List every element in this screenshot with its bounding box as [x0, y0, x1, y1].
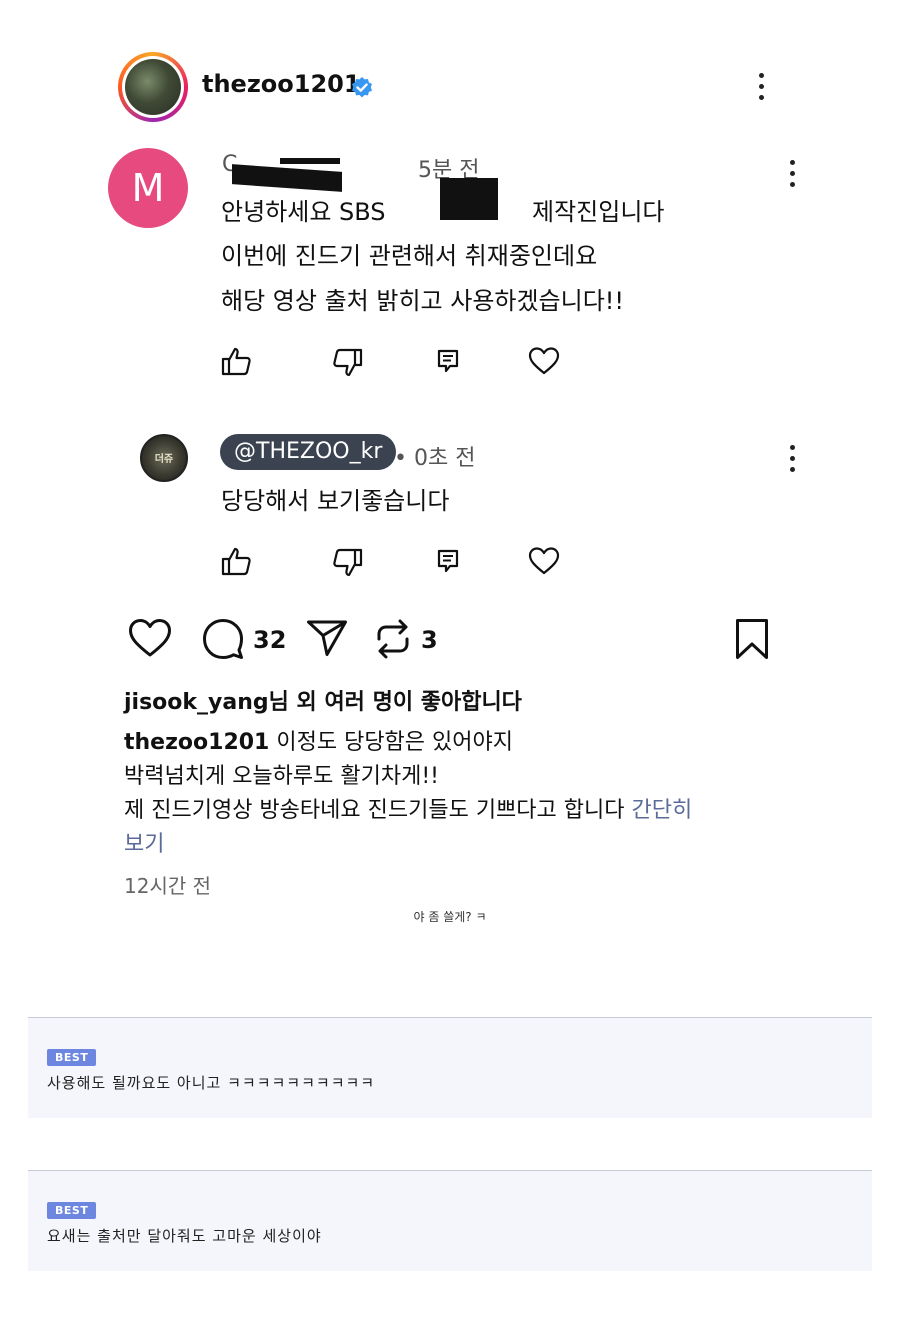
- redaction-mark: [232, 164, 342, 192]
- comment-line-1: 안녕하세요 SBS: [221, 198, 386, 226]
- bookmark-icon[interactable]: [735, 618, 769, 660]
- verified-badge-icon: [352, 77, 372, 98]
- collapse-caption-link[interactable]: 간단히: [632, 798, 693, 823]
- reply-icon[interactable]: [436, 548, 460, 574]
- reply-menu-icon[interactable]: [790, 445, 798, 478]
- comment-line-2: 이번에 진드기 관련해서 취재중인데요: [221, 242, 598, 270]
- uploader-note: 야 좀 쓸게? ㅋ: [413, 910, 487, 924]
- commenter-avatar[interactable]: M: [108, 148, 188, 228]
- best-badge: BEST: [47, 1049, 97, 1066]
- likes-user[interactable]: jisook_yang: [124, 690, 269, 715]
- like-heart-icon[interactable]: [128, 618, 172, 658]
- post-time: 12시간 전: [124, 874, 212, 898]
- best-badge: BEST: [47, 1202, 97, 1219]
- share-send-icon[interactable]: [306, 619, 348, 657]
- caption-line-1: thezoo1201 이정도 당당함은 있어야지: [124, 730, 513, 755]
- comment-menu-icon[interactable]: [790, 160, 798, 193]
- best-comment-text: 사용해도 될까요도 아니고 ㅋㅋㅋㅋㅋㅋㅋㅋㅋㅋ: [47, 1074, 376, 1092]
- heart-icon[interactable]: [528, 546, 560, 576]
- thumbs-up-icon[interactable]: [220, 346, 252, 376]
- thumbs-up-icon[interactable]: [220, 546, 252, 576]
- repost-icon[interactable]: [373, 617, 413, 661]
- reply-avatar-label: 더쥬: [154, 454, 174, 465]
- reply-author-handle[interactable]: @THEZOO_kr: [220, 434, 397, 470]
- comment-line-1-suffix: 제작진입니다: [532, 198, 665, 226]
- redaction-mark: [440, 178, 498, 220]
- reply-text: 당당해서 보기좋습니다: [221, 487, 450, 515]
- reply-time: • 0초 전: [394, 446, 476, 471]
- best-comment: BEST 사용해도 될까요도 아니고 ㅋㅋㅋㅋㅋㅋㅋㅋㅋㅋ: [28, 1017, 872, 1118]
- post-author-username[interactable]: thezoo1201: [202, 70, 361, 98]
- reply-author-avatar[interactable]: 더쥬: [140, 434, 188, 482]
- caption-line-3: 제 진드기영상 방송타네요 진드기들도 기쁘다고 합니다 간단히: [124, 798, 693, 823]
- post-author-avatar[interactable]: [118, 52, 188, 122]
- reply-icon[interactable]: [436, 348, 460, 374]
- repost-count: 3: [421, 626, 438, 654]
- heart-icon[interactable]: [528, 346, 560, 376]
- redaction-mark: [280, 158, 340, 164]
- best-comment: BEST 요새는 출처만 달아줘도 고마운 세상이야: [28, 1170, 872, 1271]
- comment-count: 32: [253, 626, 287, 654]
- thumbs-down-icon[interactable]: [332, 348, 364, 378]
- comment-bubble-icon[interactable]: [202, 618, 244, 660]
- post-menu-icon[interactable]: [759, 73, 767, 106]
- caption-line-2: 박력넘치게 오늘하루도 활기차게!!: [124, 764, 439, 789]
- comment-line-3: 해당 영상 출처 밝히고 사용하겠습니다!!: [221, 287, 625, 315]
- best-comment-text: 요새는 출처만 달아줘도 고마운 세상이야: [47, 1227, 322, 1245]
- caption-user[interactable]: thezoo1201: [124, 730, 269, 755]
- thumbs-down-icon[interactable]: [332, 548, 364, 578]
- collapse-caption-link-2[interactable]: 보기: [124, 826, 164, 858]
- likes-summary: jisook_yang님 외 여러 명이 좋아합니다: [124, 690, 522, 715]
